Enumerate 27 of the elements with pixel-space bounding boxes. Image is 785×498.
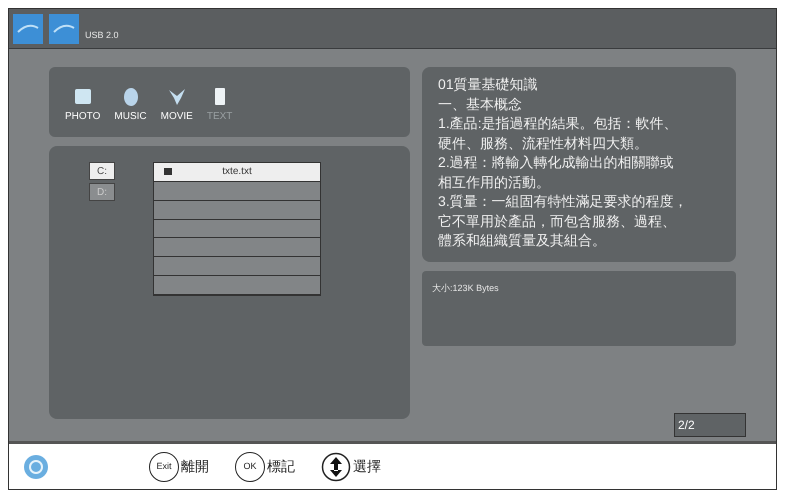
logo-icon bbox=[23, 454, 49, 480]
usb-icon bbox=[13, 14, 43, 44]
key-button[interactable]: Exit bbox=[149, 452, 179, 482]
usb-label: USB 2.0 bbox=[85, 28, 119, 42]
drive-button[interactable]: C: bbox=[89, 162, 115, 180]
media-tab[interactable]: MOVIE bbox=[160, 84, 193, 124]
media-tab[interactable]: MUSIC bbox=[114, 84, 147, 124]
media-tab[interactable]: PHOTO bbox=[65, 84, 100, 124]
text-line: 3.質量：一組固有特性滿足要求的程度， bbox=[438, 192, 689, 211]
key-label: 離開 bbox=[181, 457, 209, 476]
usb-icon bbox=[49, 14, 79, 44]
text-line: 2.過程：將輸入轉化成輸出的相關聯或 bbox=[438, 153, 675, 172]
text-line: 01質量基礎知識 bbox=[438, 75, 539, 94]
text-line: 硬件、服務、流程性材料四大類。 bbox=[438, 134, 650, 152]
text-line: 一、基本概念 bbox=[438, 94, 524, 114]
file-size: 大小:123K Bytes bbox=[432, 283, 499, 293]
file-icon bbox=[164, 168, 172, 176]
key-label: 選擇 bbox=[353, 457, 381, 476]
page-indicator: 2/2 bbox=[674, 413, 746, 437]
text-line: 相互作用的活動。 bbox=[438, 172, 552, 192]
up-down-arrows-icon[interactable] bbox=[321, 452, 351, 482]
text-line: 體系和組織質量及其組合。 bbox=[438, 231, 608, 250]
key-button[interactable]: OK bbox=[235, 452, 265, 482]
file-row[interactable]: txte.txt bbox=[154, 163, 320, 182]
text-line: 1.產品:是指過程的結果。包括：軟件、 bbox=[438, 114, 679, 133]
text-line: 它不單用於產品，而包含服務、過程、 bbox=[438, 212, 678, 230]
key-label: 標記 bbox=[267, 457, 295, 476]
